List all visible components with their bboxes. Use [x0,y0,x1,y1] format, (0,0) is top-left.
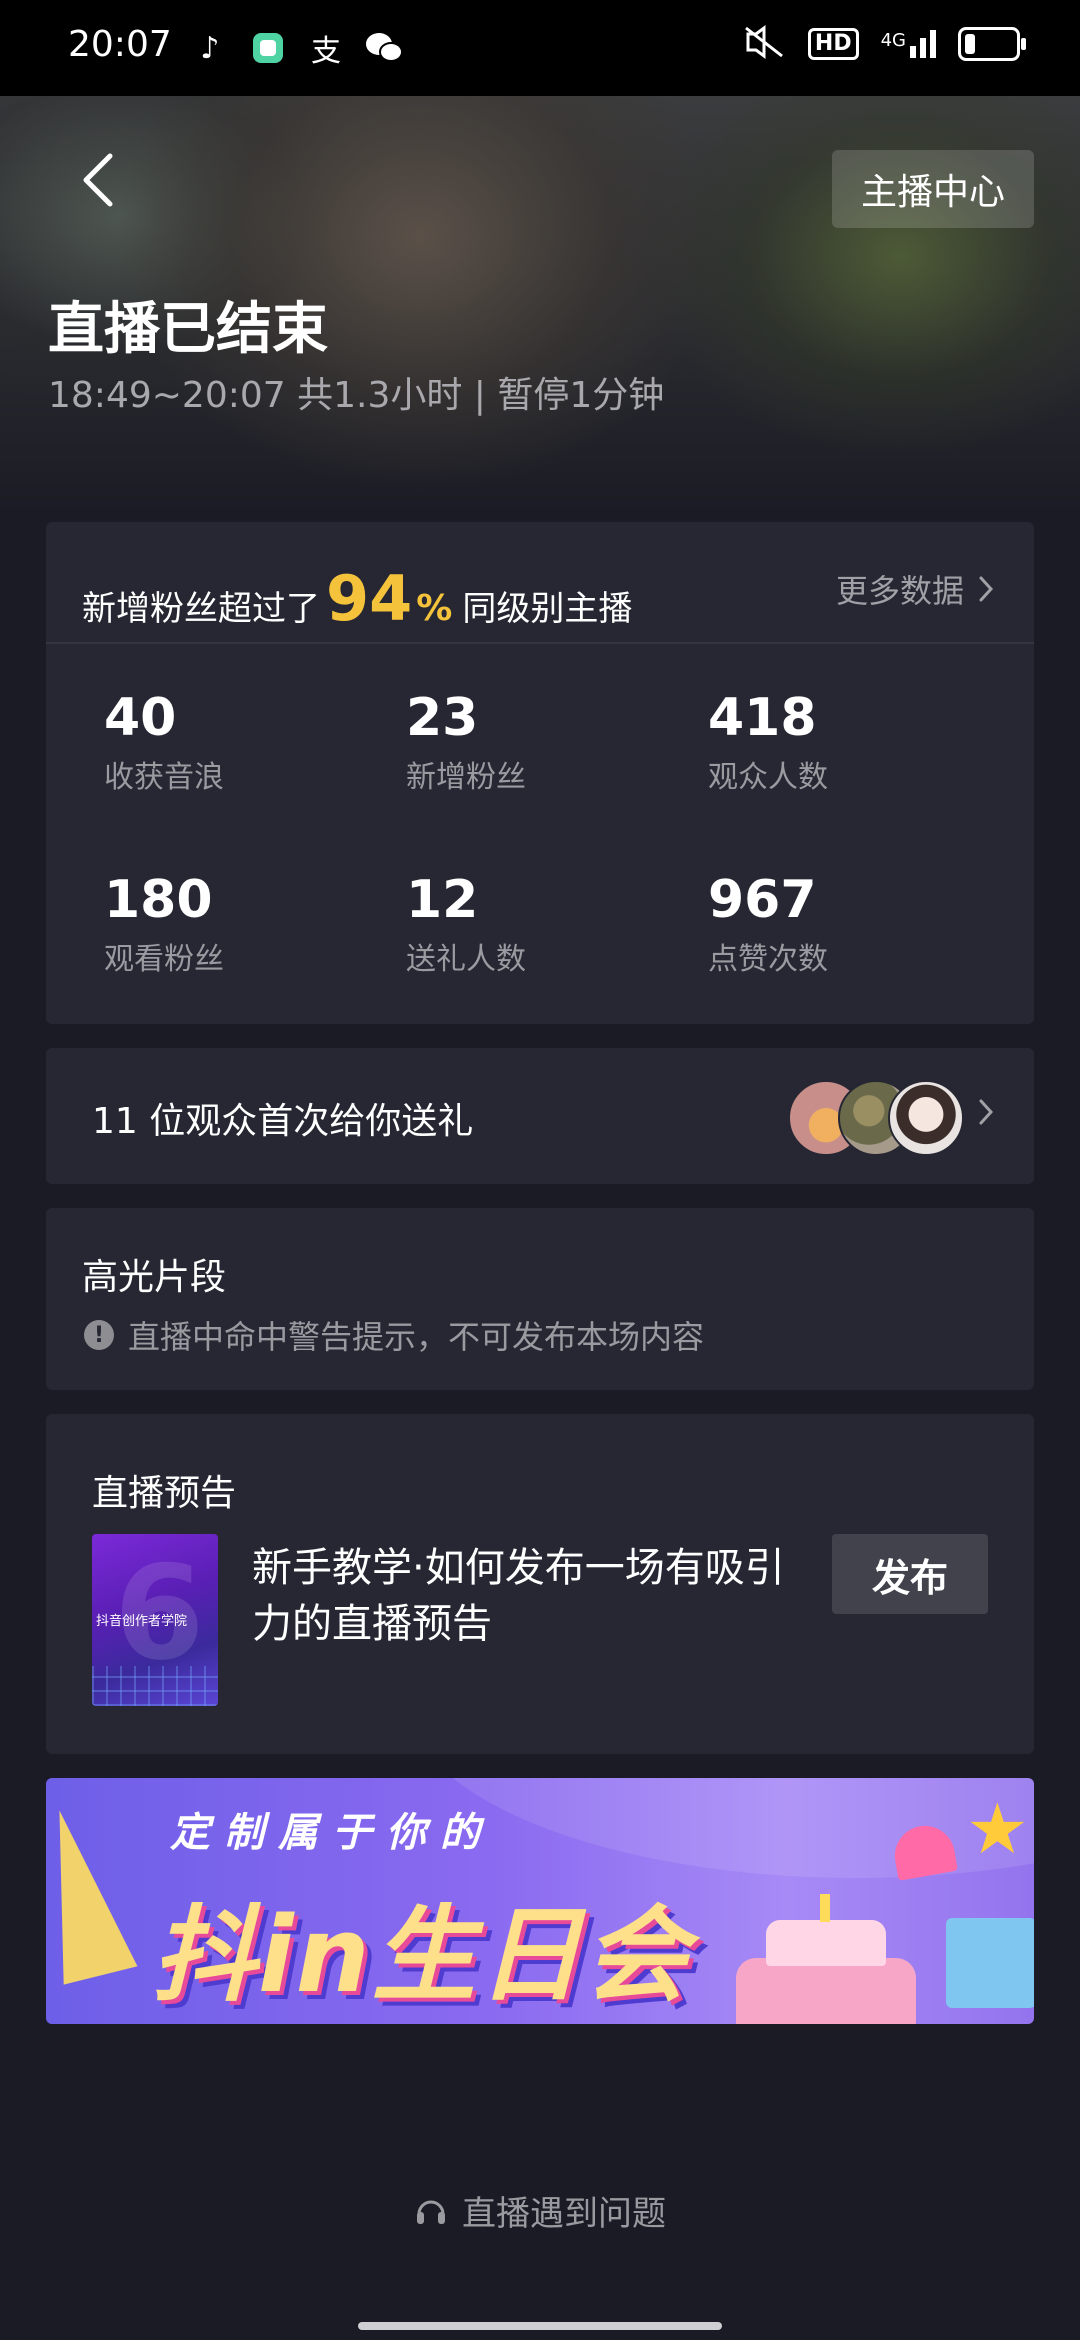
home-indicator[interactable] [358,2322,722,2330]
banner-title: 抖in生日会 [152,1894,690,2016]
chevron-right-icon [979,576,994,602]
fan-suffix: 同级别主播 [462,589,633,629]
warning-text: 直播中命中警告提示，不可发布本场内容 [128,1318,705,1356]
stat-label: 收获音浪 [104,760,224,795]
stat-label: 点赞次数 [708,942,828,977]
more-data-label: 更多数据 [835,572,964,610]
highlight-card: 高光片段 ! 直播中命中警告提示，不可发布本场内容 [46,1208,1034,1390]
stat-value: 12 [406,870,479,930]
tiktok-icon: ♪ [200,30,220,66]
fan-percent-sign: % [416,588,453,629]
back-button[interactable] [68,148,128,212]
headset-icon [417,2200,445,2224]
stat-item: 967 点赞次数 [708,870,988,978]
party-hat-icon [46,1801,138,1985]
highlight-warning: ! 直播中命中警告提示，不可发布本场内容 [84,1312,704,1358]
network-label: 4G [880,30,906,51]
stat-value: 180 [104,870,213,930]
more-data-link[interactable]: 更多数据 [836,566,994,612]
stat-value: 40 [104,688,177,748]
star-icon: ★ [966,1788,1029,1870]
highlight-title: 高光片段 [82,1257,227,1298]
signal-icon: 4G [881,30,936,58]
live-duration: 18:49~20:07 共1.3小时 | 暂停1分钟 [48,375,665,416]
mute-icon [742,24,786,64]
birthday-banner[interactable]: 定制属于你的 抖in生日会 ★ [46,1778,1034,2024]
battery-icon [958,27,1026,61]
avatar [888,1080,964,1156]
stat-label: 送礼人数 [406,942,526,977]
stat-value: 23 [406,688,479,748]
live-preview-card: 直播预告 6 抖音创作者学院 新手教学·如何发布一场有吸引力的直播预告 发布 [46,1414,1034,1754]
preview-title: 直播预告 [92,1473,237,1514]
stats-card: 新增粉丝超过了 94 % 同级别主播 更多数据 40 收获音浪 23 新增粉丝 … [46,522,1034,1024]
alipay-icon: 支 [311,34,341,69]
wechat-icon [364,28,404,68]
stat-item: 40 收获音浪 [104,688,384,796]
app-icon [248,28,288,68]
divider [46,642,1034,644]
status-bar: 20:07 ♪ 支 HD 4G [0,0,1080,96]
stat-value: 418 [708,688,817,748]
thumbnail-grid [92,1666,218,1706]
status-time: 20:07 [68,24,172,65]
stat-label: 观看粉丝 [104,942,224,977]
banner-subtitle: 定制属于你的 [170,1810,494,1856]
live-problem-link[interactable]: 直播遇到问题 [0,2186,1080,2235]
fan-prefix: 新增粉丝超过了 [82,589,320,629]
publish-button[interactable]: 发布 [832,1534,988,1614]
cake-icon [726,1888,926,2024]
stat-label: 新增粉丝 [406,760,526,795]
problem-label: 直播遇到问题 [462,2194,666,2234]
fan-ranking: 新增粉丝超过了 94 % 同级别主播 [82,562,632,642]
stat-value: 967 [708,870,817,930]
gift-box-icon [946,1918,1034,2008]
stat-item: 418 观众人数 [708,688,988,796]
fan-percent: 94 [326,562,413,635]
thumbnail-tag: 抖音创作者学院 [96,1614,188,1629]
stat-item: 180 观看粉丝 [104,870,384,978]
preview-thumbnail[interactable]: 6 抖音创作者学院 [92,1534,218,1706]
preview-description[interactable]: 新手教学·如何发布一场有吸引力的直播预告 [252,1540,792,1652]
status-indicators: HD 4G [742,24,1026,64]
host-center-button[interactable]: 主播中心 [832,150,1034,228]
warning-icon: ! [84,1320,114,1350]
hd-badge: HD [807,28,859,60]
stat-item: 23 新增粉丝 [406,688,686,796]
stat-label: 观众人数 [708,760,828,795]
chevron-left-icon [83,153,113,207]
status-app-icons: ♪ 支 [190,28,404,69]
chevron-right-icon [979,1099,994,1125]
page-title: 直播已结束 [48,297,328,362]
stat-item: 12 送礼人数 [406,870,686,978]
first-gift-card[interactable]: 11 位观众首次给你送礼 [46,1048,1034,1184]
first-gift-text: 11 位观众首次给你送礼 [92,1101,474,1142]
gifter-avatars [788,1080,964,1156]
